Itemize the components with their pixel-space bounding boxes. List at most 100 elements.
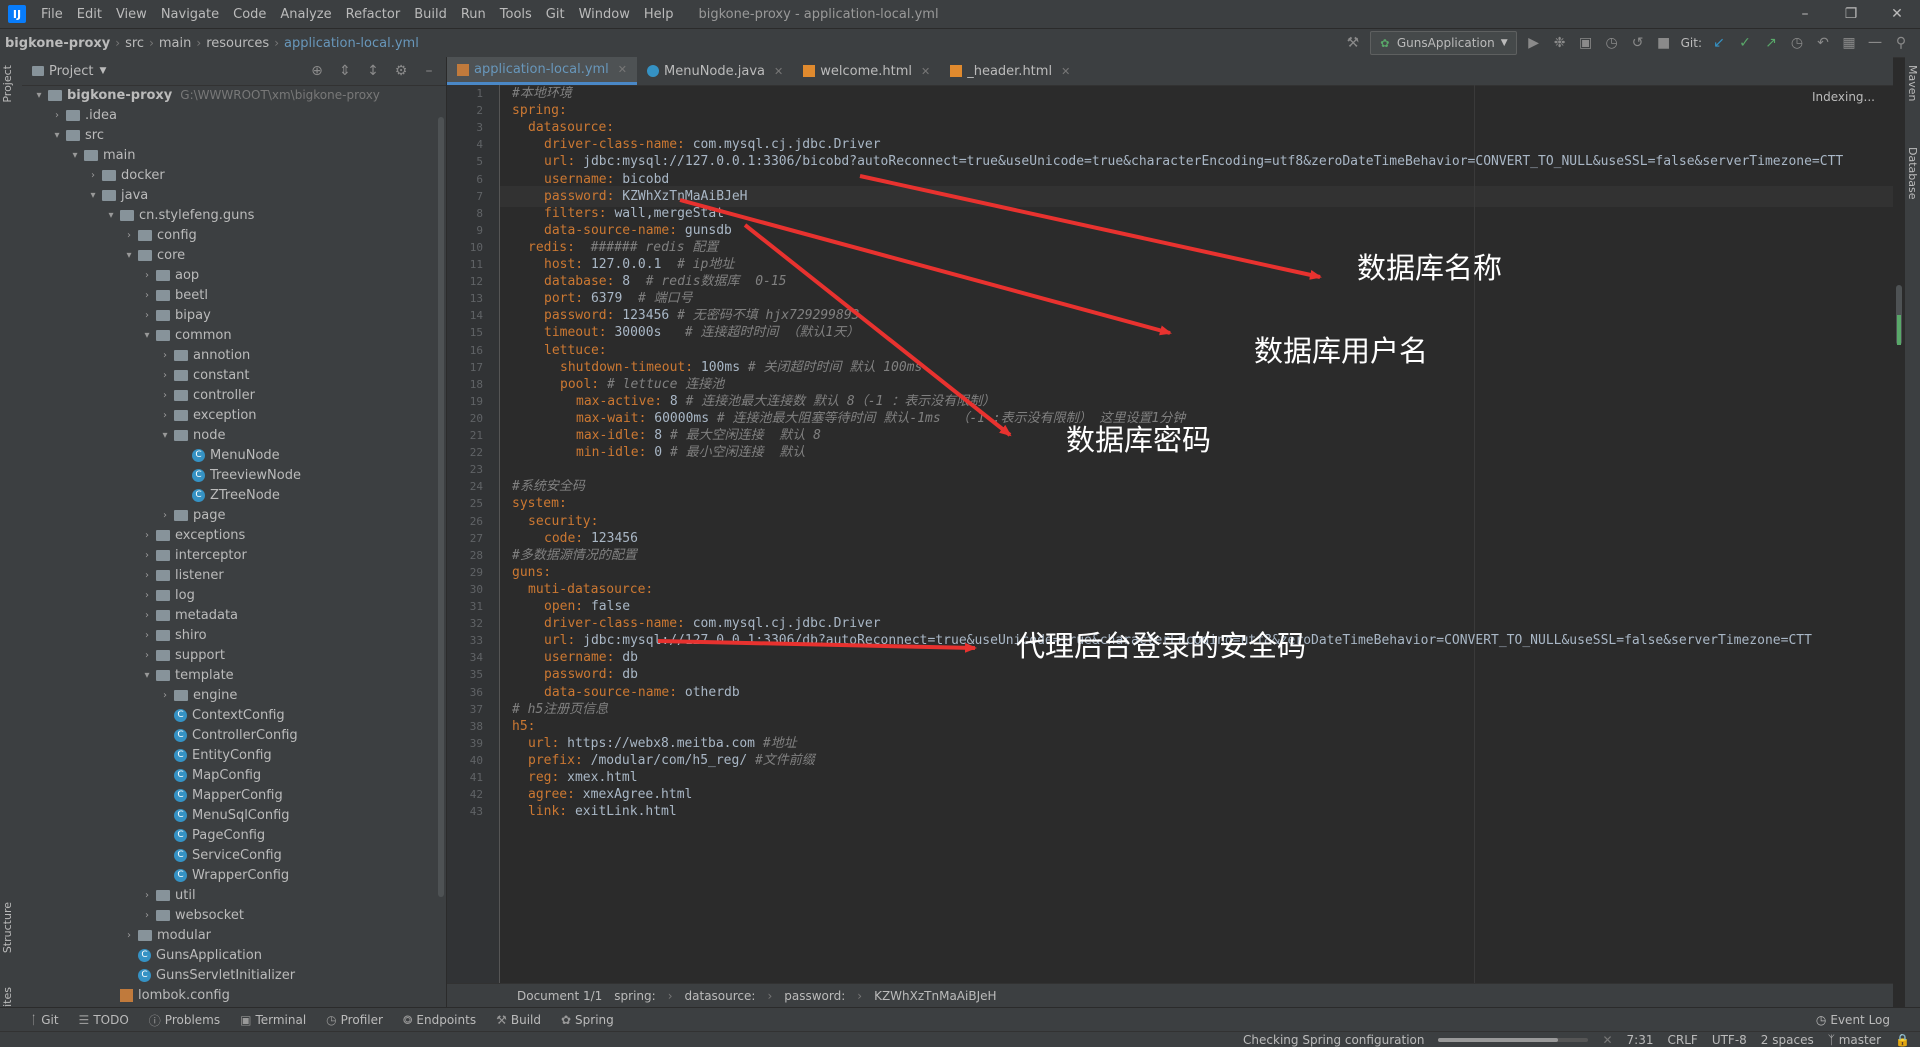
file-encoding[interactable]: UTF-8 (1712, 1033, 1747, 1047)
gear-icon[interactable]: ⚙ (392, 63, 410, 79)
hammer-icon[interactable]: ⚒ (1344, 35, 1362, 51)
project-structure-icon[interactable]: ▦ (1840, 35, 1858, 51)
tree-folder-item[interactable]: › listener (140, 565, 224, 585)
tool-tab-git[interactable]: ᛙ Git (20, 1012, 69, 1029)
tree-folder-item[interactable]: ▾ cn.stylefeng.guns (104, 205, 254, 225)
tree-folder-item[interactable]: › aop (140, 265, 199, 285)
attach-icon[interactable]: ↺ (1629, 35, 1647, 51)
git-push-icon[interactable]: ↗ (1762, 35, 1780, 51)
tree-folder-item[interactable]: ▾ node (158, 425, 225, 445)
chevron-right-icon[interactable]: › (158, 390, 172, 401)
lock-icon[interactable]: 🔒 (1895, 1033, 1910, 1047)
tree-folder-item[interactable]: › beetl (140, 285, 208, 305)
tab-structure[interactable]: Structure (1, 902, 14, 953)
chevron-right-icon[interactable]: › (140, 270, 154, 281)
tree-class-item[interactable]: C MapperConfig (158, 785, 283, 805)
chevron-right-icon[interactable]: › (158, 370, 172, 381)
tree-folder-item[interactable]: ▾ bigkone-proxy G:\WWWROOT\xm\bigkone-prox… (32, 85, 379, 105)
chevron-right-icon[interactable]: › (140, 570, 154, 581)
chevron-right-icon[interactable]: › (122, 230, 136, 241)
search-icon[interactable]: ⚲ (1892, 35, 1910, 51)
chevron-right-icon[interactable]: › (158, 410, 172, 421)
run-config-select[interactable]: ✿ GunsApplication ▼ (1369, 31, 1517, 55)
tab-database[interactable]: Database (1906, 147, 1919, 200)
close-icon[interactable]: ✕ (1874, 0, 1920, 28)
code-editor[interactable]: #本地环境 spring: datasource: driver-class-name… (500, 85, 1880, 983)
translate-icon[interactable]: 一 (1866, 33, 1884, 53)
nav-crumb-project[interactable]: bigkone-proxy (0, 36, 115, 51)
breadcrumb-item[interactable]: spring: (614, 989, 655, 1003)
tree-folder-item[interactable]: ▾ src (50, 125, 104, 145)
tool-tab-terminal[interactable]: ▣ Terminal (230, 1012, 316, 1029)
tree-folder-item[interactable]: ▾ core (122, 245, 185, 265)
menu-item-tools[interactable]: Tools (493, 7, 539, 22)
tree-class-item[interactable]: C ServiceConfig (158, 845, 282, 865)
tree-folder-item[interactable]: › support (140, 645, 225, 665)
nav-crumb-src[interactable]: src (120, 36, 149, 51)
menu-item-analyze[interactable]: Analyze (273, 7, 338, 22)
run-icon[interactable]: ▶ (1525, 35, 1543, 51)
chevron-down-icon[interactable]: ▾ (86, 190, 100, 201)
tab-maven[interactable]: Maven (1906, 65, 1919, 101)
breadcrumb-item[interactable]: password: (784, 989, 845, 1003)
tree-folder-item[interactable]: › shiro (140, 625, 207, 645)
breadcrumb-item[interactable]: Document 1/1 (517, 989, 602, 1003)
tree-class-item[interactable]: C GunsServletInitializer (122, 965, 295, 985)
tab--header-html[interactable]: _header.html ✕ (940, 57, 1080, 85)
tree-folder-item[interactable]: › exception (158, 405, 257, 425)
rollback-icon[interactable]: ↶ (1814, 35, 1832, 51)
tree-folder-item[interactable]: › engine (158, 685, 237, 705)
git-branch[interactable]: ᛉ master (1828, 1033, 1881, 1047)
menu-item-refactor[interactable]: Refactor (339, 7, 408, 22)
breadcrumb-item[interactable]: datasource: (685, 989, 756, 1003)
menu-item-navigate[interactable]: Navigate (154, 7, 226, 22)
chevron-right-icon[interactable]: › (140, 910, 154, 921)
chevron-right-icon[interactable]: › (140, 290, 154, 301)
nav-crumb-main[interactable]: main (154, 36, 196, 51)
chevron-right-icon[interactable]: › (86, 170, 100, 181)
chevron-right-icon[interactable]: › (140, 890, 154, 901)
chevron-right-icon[interactable]: › (50, 110, 64, 121)
menu-item-edit[interactable]: Edit (70, 7, 109, 22)
chevron-right-icon[interactable]: › (158, 510, 172, 521)
tree-folder-item[interactable]: › log (140, 585, 195, 605)
menu-item-window[interactable]: Window (572, 7, 637, 22)
caret-position[interactable]: 7:31 (1627, 1033, 1654, 1047)
expand-all-icon[interactable]: ⇕ (336, 63, 354, 79)
indent-setting[interactable]: 2 spaces (1761, 1033, 1814, 1047)
chevron-right-icon[interactable]: › (140, 550, 154, 561)
tab-application-local-yml[interactable]: application-local.yml ✕ (447, 57, 638, 85)
event-log-button[interactable]: ◷ Event Log (1816, 1008, 1890, 1032)
cancel-task-icon[interactable]: ✕ (1602, 1033, 1612, 1047)
stop-icon[interactable]: ■ (1655, 35, 1673, 51)
tree-folder-item[interactable]: › modular (122, 925, 211, 945)
chevron-right-icon[interactable]: › (140, 630, 154, 641)
editor-scrollbar[interactable] (1893, 85, 1905, 983)
chevron-down-icon[interactable]: ▾ (140, 670, 154, 681)
tree-file-item[interactable]: lombok.config (104, 985, 230, 1005)
tree-class-item[interactable]: C WrapperConfig (158, 865, 289, 885)
git-update-icon[interactable]: ↙ (1710, 35, 1728, 51)
close-tab-icon[interactable]: ✕ (1061, 65, 1070, 78)
tool-tab-endpoints[interactable]: ⭗ Endpoints (393, 1012, 486, 1029)
history-icon[interactable]: ◷ (1788, 35, 1806, 51)
git-commit-icon[interactable]: ✓ (1736, 35, 1754, 51)
tree-folder-item[interactable]: › annotion (158, 345, 250, 365)
chevron-right-icon[interactable]: › (140, 610, 154, 621)
tab-welcome-html[interactable]: welcome.html ✕ (793, 57, 940, 85)
tab-project[interactable]: Project (1, 65, 14, 103)
tree-folder-item[interactable]: › bipay (140, 305, 211, 325)
chevron-right-icon[interactable]: › (140, 530, 154, 541)
tree-class-item[interactable]: C ControllerConfig (158, 725, 298, 745)
project-panel-title[interactable]: Project (49, 64, 93, 79)
breadcrumb-item[interactable]: KZWhXzTnMaAiBJeH (874, 989, 996, 1003)
close-tab-icon[interactable]: ✕ (921, 65, 930, 78)
tool-tab-profiler[interactable]: ◷ Profiler (316, 1012, 393, 1029)
tree-folder-item[interactable]: › page (158, 505, 225, 525)
menu-item-view[interactable]: View (109, 7, 154, 22)
collapse-all-icon[interactable]: ↕ (364, 63, 382, 79)
tree-folder-item[interactable]: › docker (86, 165, 165, 185)
tree-class-item[interactable]: C ContextConfig (158, 705, 285, 725)
menu-item-file[interactable]: File (34, 7, 70, 22)
chevron-down-icon[interactable]: ▾ (158, 430, 172, 441)
